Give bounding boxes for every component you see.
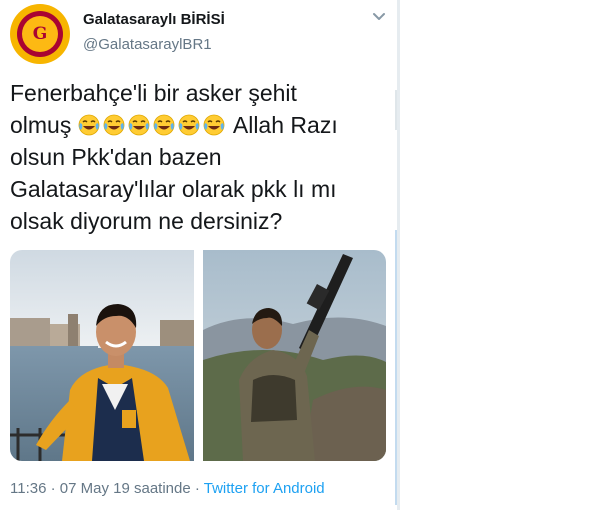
face-with-tears-of-joy-icon [103,114,125,136]
tweet-card: G Galatasaraylı BİRİSİ @GalatasaraylBR1 … [0,0,397,510]
tweet-time[interactable]: 11:36 [10,480,46,497]
display-name[interactable]: Galatasaraylı BİRİSİ [83,11,225,28]
face-with-tears-of-joy-icon [203,114,225,136]
face-with-tears-of-joy-icon [78,114,100,136]
scrollbar-track[interactable] [395,90,397,130]
soldier-with-rifle-photo[interactable] [203,250,386,461]
tweet-meta: 11:36 · 07 May 19 saatinde · Twitter for… [10,480,325,497]
face-with-tears-of-joy-icon [153,114,175,136]
face-with-tears-of-joy-icon [128,114,150,136]
tweet-text: Fenerbahçe'li bir asker şehit olmuş Alla… [10,77,390,237]
tweet-text-line2-end: Allah [232,112,285,138]
tweet-source-link[interactable]: Twitter for Android [204,480,325,497]
tweet-text-line1: Fenerbahçe'li bir asker şehit [10,80,297,106]
meta-dot: · [190,480,204,497]
face-with-tears-of-joy-icon [178,114,200,136]
meta-separator: · [46,480,60,497]
scrollbar-thumb[interactable] [395,230,397,505]
smiling-man-photo[interactable] [10,250,194,461]
galatasaray-crest-icon: G [17,11,63,57]
avatar[interactable]: G [10,4,70,64]
column-divider [397,0,400,510]
emoji-row [78,112,228,138]
chevron-down-icon[interactable] [371,8,387,24]
user-handle[interactable]: @GalatasaraylBR1 [83,36,212,53]
tweet-date[interactable]: 07 May 19 saatinde [60,480,191,497]
tweet-text-line2-start: olmuş [10,112,72,138]
